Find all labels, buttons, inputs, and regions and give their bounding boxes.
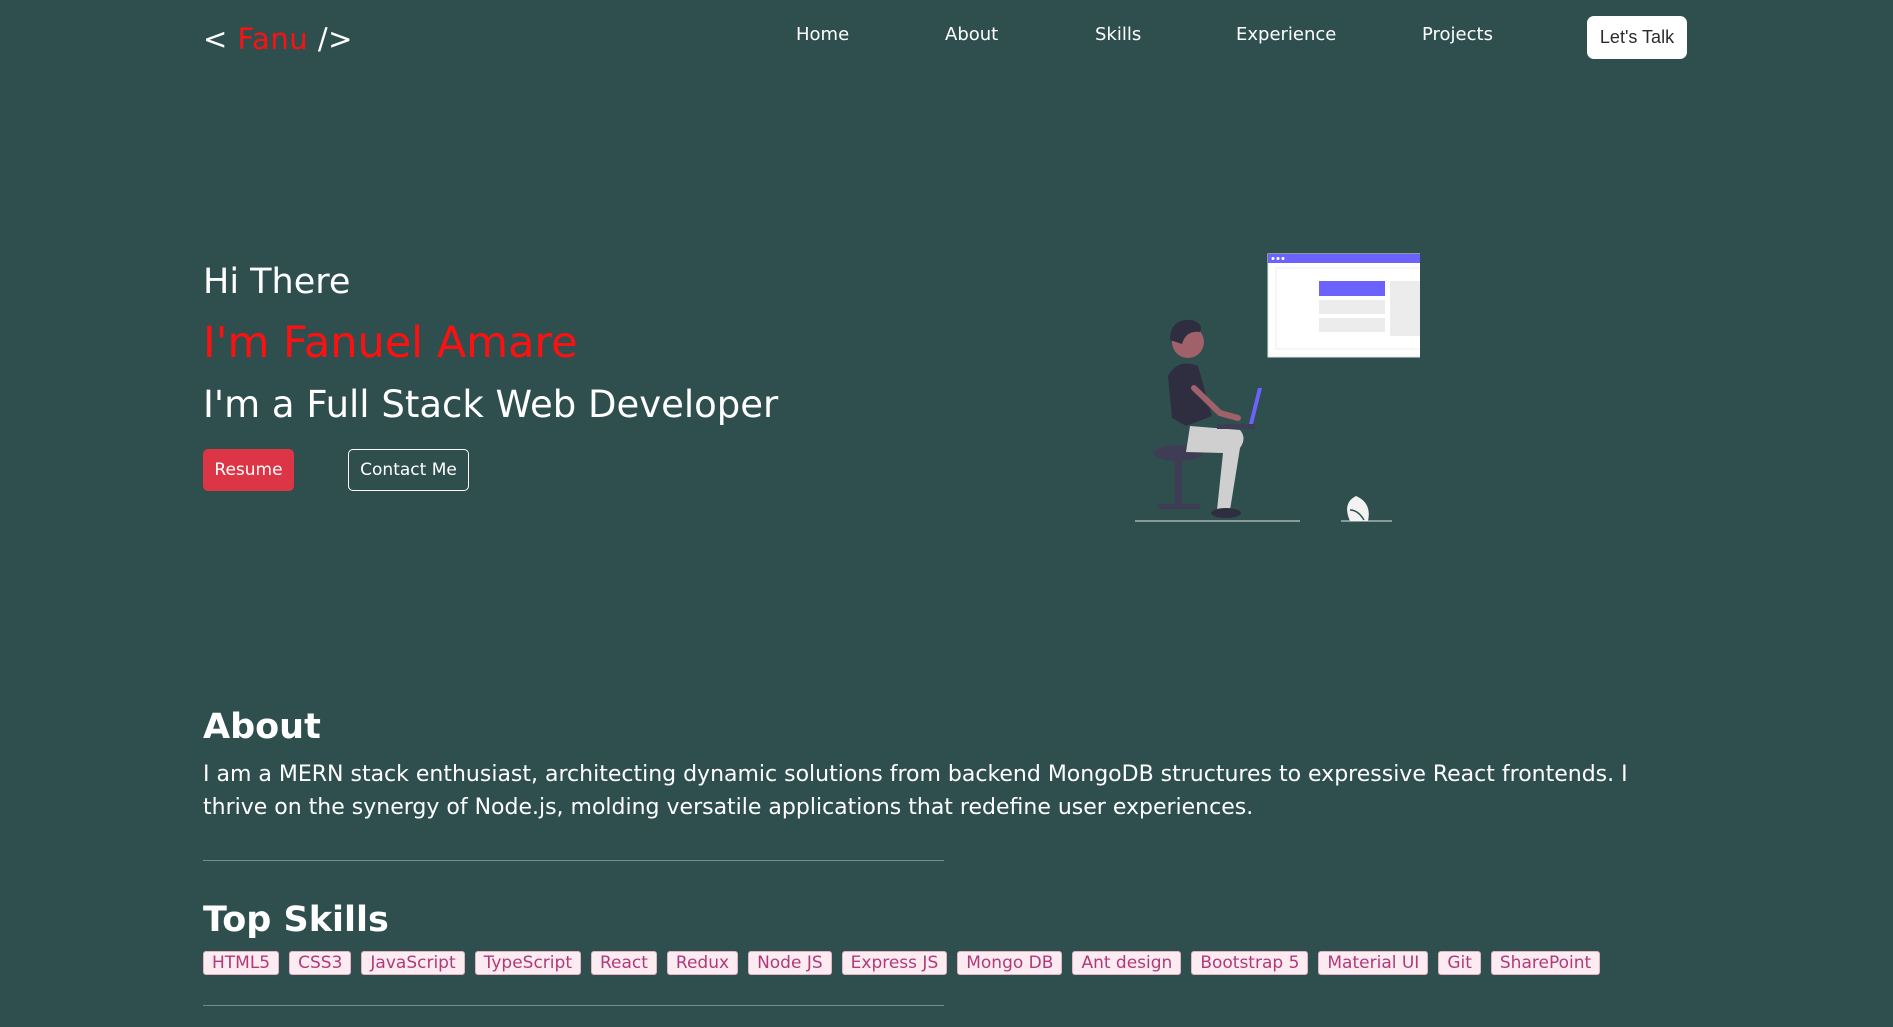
- lets-talk-button[interactable]: Let's Talk: [1587, 16, 1687, 59]
- about-text: I am a MERN stack enthusiast, architecti…: [203, 762, 1628, 820]
- nav-link-about[interactable]: About: [945, 24, 998, 45]
- skill-badge: Mongo DB: [957, 951, 1063, 975]
- brand-open: <: [203, 22, 228, 56]
- skill-badge: Git: [1438, 951, 1481, 975]
- resume-button[interactable]: Resume: [203, 449, 294, 491]
- brand-logo[interactable]: < Fanu />: [203, 22, 353, 56]
- hero-greeting: Hi There: [203, 262, 351, 302]
- skill-badge: SharePoint: [1490, 951, 1601, 975]
- nav-link-home[interactable]: Home: [796, 24, 849, 45]
- about-title: About: [203, 707, 321, 747]
- skill-badge: React: [590, 951, 657, 975]
- skill-badge: Ant design: [1072, 951, 1182, 975]
- skill-badge: Bootstrap 5: [1191, 951, 1309, 975]
- skills-list: HTML5 CSS3 JavaScript TypeScript React R…: [203, 951, 1601, 975]
- skills-title: Top Skills: [203, 900, 389, 940]
- skill-badge: Redux: [666, 951, 739, 975]
- nav-link-experience[interactable]: Experience: [1236, 24, 1336, 45]
- divider: [203, 860, 944, 861]
- brand-name: Fanu: [237, 22, 309, 56]
- contact-me-button[interactable]: Contact Me: [348, 449, 469, 491]
- nav-link-projects[interactable]: Projects: [1422, 24, 1493, 45]
- hero-role: I'm a Full Stack Web Developer: [203, 383, 779, 426]
- portfolio-page: < Fanu /> Home About Skills Experience P…: [0, 0, 1893, 1027]
- skill-badge: HTML5: [203, 951, 280, 975]
- skill-badge: JavaScript: [361, 951, 465, 975]
- skill-badge: TypeScript: [474, 951, 581, 975]
- skill-badge: Material UI: [1318, 951, 1429, 975]
- skill-badge: Node JS: [748, 951, 832, 975]
- skill-badge: Express JS: [841, 951, 948, 975]
- divider: [203, 1005, 944, 1006]
- skill-badge: CSS3: [289, 951, 352, 975]
- nav-link-skills[interactable]: Skills: [1095, 24, 1141, 45]
- brand-close: />: [317, 22, 353, 56]
- hero-name: I'm Fanuel Amare: [203, 318, 578, 368]
- person-on-laptop-illustration: [1120, 248, 1475, 528]
- navbar: < Fanu /> Home About Skills Experience P…: [0, 0, 1893, 84]
